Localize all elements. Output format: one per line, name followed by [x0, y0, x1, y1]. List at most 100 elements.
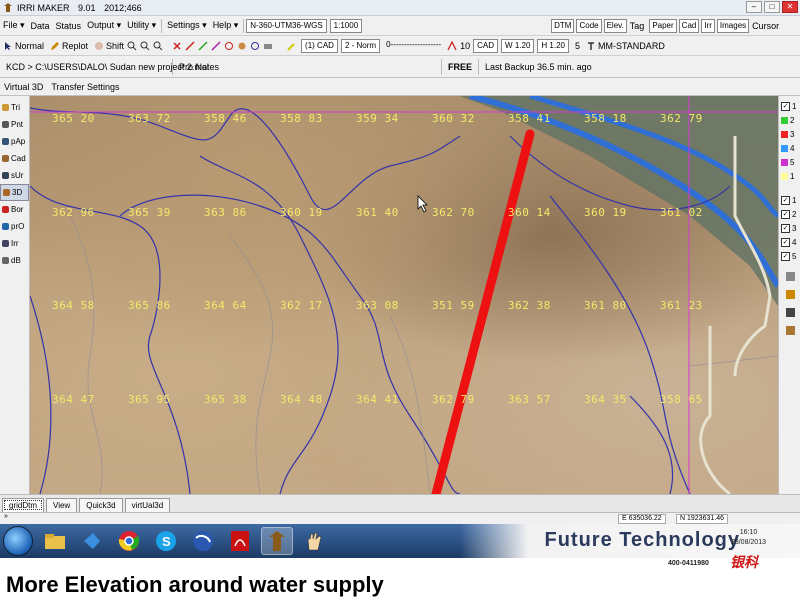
linetype-select[interactable]: 0-------------------	[383, 39, 444, 53]
group-row[interactable]: ✓ 4	[779, 235, 800, 249]
group-checkbox[interactable]: ✓	[781, 237, 790, 247]
text-size[interactable]: 10	[457, 41, 473, 51]
tool-bor[interactable]: Bor	[0, 201, 29, 218]
tab-view[interactable]: View	[46, 498, 78, 512]
menu-file[interactable]: File ▾	[0, 20, 28, 31]
tool-db[interactable]: dB	[0, 252, 29, 269]
pin-icon[interactable]	[779, 269, 800, 283]
split-icon[interactable]	[211, 40, 221, 51]
cad-layer-select[interactable]: (1) CAD	[301, 38, 338, 53]
group-row[interactable]: ✓ 5	[779, 249, 800, 263]
cad-button[interactable]: Cad	[678, 18, 700, 33]
cursor-label[interactable]: Cursor	[749, 21, 782, 31]
number-select[interactable]: 5	[572, 41, 583, 51]
shift-tool[interactable]: Shift	[91, 41, 127, 51]
tag-label[interactable]: Tag	[627, 21, 648, 31]
settings-icon[interactable]	[237, 41, 247, 51]
explorer-taskbar-icon[interactable]	[39, 527, 71, 555]
circle-tool-icon[interactable]	[250, 41, 260, 51]
start-button[interactable]	[3, 526, 33, 556]
group-row[interactable]: ✓ 2	[779, 207, 800, 221]
tab-griddtm[interactable]: gridDtm	[2, 498, 45, 512]
tab-virtual3d[interactable]: virtUal3d	[124, 498, 171, 512]
dtm-button[interactable]: DTM	[551, 18, 575, 33]
tool-irr[interactable]: Irr	[0, 235, 29, 252]
tool-tri[interactable]: Tri	[0, 99, 29, 116]
tool-sur[interactable]: sUr	[0, 167, 29, 184]
minimize-button[interactable]: –	[746, 1, 762, 13]
brush-icon[interactable]	[287, 41, 297, 51]
layer-row[interactable]: 2	[779, 113, 800, 127]
pencil-icon[interactable]	[779, 287, 800, 301]
chrome-taskbar-icon[interactable]	[113, 527, 145, 555]
palette-icon[interactable]	[779, 323, 800, 337]
layer-row[interactable]: 5	[779, 155, 800, 169]
close-button[interactable]: ✕	[782, 1, 798, 13]
tool-3d[interactable]: 3D	[0, 184, 29, 201]
layer-row[interactable]: 4	[779, 141, 800, 155]
paper-button[interactable]: Paper	[649, 18, 677, 33]
tray-clock[interactable]: 16:10 28/08/2013	[731, 528, 766, 548]
irr-button[interactable]: Irr	[701, 18, 715, 33]
zoom-window-icon[interactable]	[153, 41, 163, 51]
group-row[interactable]: ✓ 3	[779, 221, 800, 235]
map-canvas[interactable]: 365 20 363 72 358 46 358 83 359 34 360 32 358 …	[30, 96, 778, 494]
pro-notes-menu[interactable]: Pro Notes	[173, 62, 441, 72]
menu-utility[interactable]: Utility ▾	[124, 20, 159, 31]
font-style-select[interactable]: MM-STANDARD	[583, 41, 668, 51]
layer-row[interactable]: ✓ 1	[779, 99, 800, 113]
projection-field[interactable]: N-360-UTM36-WGS	[246, 18, 327, 33]
print-icon[interactable]	[263, 41, 273, 51]
edit-icon[interactable]	[198, 40, 208, 51]
group-checkbox[interactable]: ✓	[781, 195, 790, 205]
text-icon[interactable]	[779, 305, 800, 319]
layer-checkbox[interactable]: ✓	[781, 101, 790, 111]
status-expand[interactable]: »	[4, 513, 8, 520]
elev-button[interactable]: Elev.	[603, 18, 627, 33]
target-icon[interactable]	[224, 41, 234, 51]
images-button[interactable]: Images	[716, 18, 750, 33]
maximize-button[interactable]: □	[764, 1, 780, 13]
node-icon[interactable]	[172, 41, 182, 51]
google-earth-taskbar-icon[interactable]	[187, 527, 219, 555]
tool-cad[interactable]: Cad	[0, 150, 29, 167]
height-field[interactable]: H 1.20	[537, 38, 569, 53]
pdf-taskbar-icon[interactable]	[224, 527, 256, 555]
text-a-icon[interactable]	[447, 40, 457, 51]
group-checkbox[interactable]: ✓	[781, 223, 790, 233]
northing-readout: N 1923631.46	[676, 514, 728, 524]
elevation-label: 363 86	[204, 206, 247, 219]
virtual3d-menu[interactable]: Virtual 3D	[0, 82, 47, 92]
line-tool-icon[interactable]	[185, 40, 195, 51]
cad-field[interactable]: CAD	[473, 38, 499, 53]
menu-help[interactable]: Help ▾	[210, 20, 242, 31]
tool-pro[interactable]: prO	[0, 218, 29, 235]
project-path[interactable]: KCD > C:\USERS\DALO\ Sudan new project 2…	[0, 62, 209, 72]
scale-field[interactable]: 1:1000	[329, 18, 363, 33]
zoom-out-icon[interactable]	[140, 41, 150, 51]
menu-data[interactable]: Data	[28, 21, 53, 31]
tab-quick3d[interactable]: Quick3d	[79, 498, 123, 512]
transfer-settings-menu[interactable]: Transfer Settings	[47, 82, 123, 92]
pen-select[interactable]: 2 - Norm	[340, 38, 381, 53]
code-button[interactable]: Code	[576, 18, 602, 33]
group-checkbox[interactable]: ✓	[781, 251, 790, 261]
layer-row[interactable]: 1	[779, 169, 800, 183]
replot-tool[interactable]: Replot	[47, 41, 91, 51]
group-checkbox[interactable]: ✓	[781, 209, 790, 219]
media-taskbar-icon[interactable]	[76, 527, 108, 555]
normal-tool[interactable]: Normal	[0, 41, 47, 51]
layer-panel: ✓ 1 2 3 4 5 1 ✓ 1 ✓ 2 ✓ 3 ✓ 4 ✓ 5	[778, 96, 800, 494]
tool-pap[interactable]: pAp	[0, 133, 29, 150]
zoom-in-icon[interactable]	[127, 41, 137, 51]
menu-settings[interactable]: Settings ▾	[164, 20, 210, 31]
irrimaker-taskbar-icon[interactable]	[261, 527, 293, 555]
tool-pnt[interactable]: Pnt	[0, 116, 29, 133]
group-row[interactable]: ✓ 1	[779, 193, 800, 207]
skype-taskbar-icon[interactable]: S	[150, 527, 182, 555]
layer-row[interactable]: 3	[779, 127, 800, 141]
hand-taskbar-icon[interactable]	[298, 527, 330, 555]
menu-status[interactable]: Status	[53, 21, 85, 31]
menu-output[interactable]: Output ▾	[84, 20, 124, 31]
width-field[interactable]: W 1.20	[501, 38, 535, 53]
